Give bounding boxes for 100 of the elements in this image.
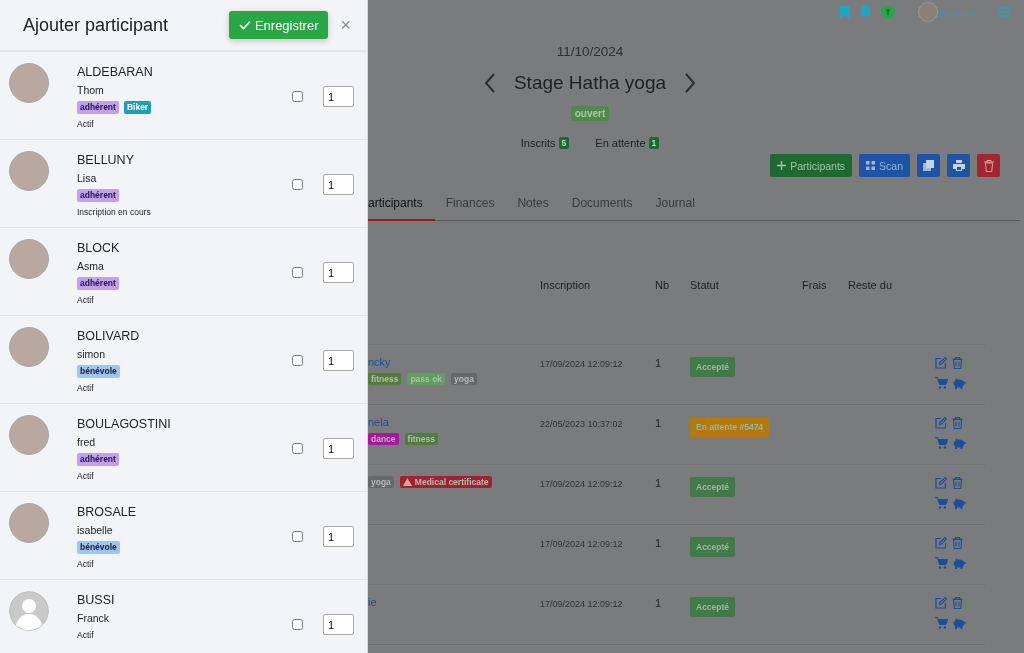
status-badge: Accepté — [690, 477, 736, 497]
cart-icon[interactable] — [935, 617, 948, 629]
select-checkbox[interactable] — [292, 619, 303, 630]
select-checkbox[interactable] — [292, 443, 303, 454]
member-tag: adhérent — [77, 277, 119, 290]
trash-icon[interactable] — [952, 477, 963, 489]
trash-icon — [983, 159, 994, 172]
member-status: Actif — [77, 471, 95, 482]
piggy-bank-icon[interactable] — [952, 437, 966, 449]
cart-icon[interactable] — [935, 497, 948, 509]
bell-icon[interactable] — [858, 5, 872, 19]
participant-tag: fitness — [404, 433, 438, 445]
member-tag: adhérent — [77, 189, 119, 202]
select-checkbox[interactable] — [292, 267, 303, 278]
member-tag: bénévole — [77, 365, 120, 378]
copy-icon — [923, 160, 934, 171]
first-name: Asma — [77, 260, 105, 273]
printer-icon — [952, 160, 965, 171]
first-name: simon — [77, 348, 106, 361]
add-participants-button[interactable]: Participants — [770, 154, 853, 177]
member-status: Actif — [77, 119, 95, 130]
copy-button[interactable] — [917, 154, 940, 177]
quantity-value: 1 — [655, 536, 663, 551]
tab[interactable]: articipants — [368, 190, 435, 221]
edit-icon[interactable] — [935, 357, 947, 369]
select-checkbox[interactable] — [292, 91, 303, 102]
edit-icon[interactable] — [935, 417, 947, 429]
select-checkbox[interactable] — [292, 179, 303, 190]
first-name: isabelle — [77, 524, 114, 537]
edit-icon[interactable] — [935, 537, 947, 549]
save-button[interactable]: Enregistrer — [228, 11, 329, 39]
participant-tag: yoga — [368, 476, 394, 488]
registration-date: 17/09/2024 12:09:12 — [540, 358, 624, 371]
participant-link[interactable]: ncky — [368, 356, 540, 368]
event-title: Stage Hatha yoga — [513, 72, 667, 94]
trash-icon[interactable] — [952, 417, 963, 429]
column-header: Inscription — [540, 279, 592, 293]
trash-icon[interactable] — [952, 537, 963, 549]
close-button[interactable]: × — [338, 14, 353, 36]
tab[interactable]: Finances — [445, 190, 507, 221]
quantity-value: 1 — [655, 356, 663, 371]
member-tag: adhérent — [77, 101, 119, 114]
participant-link[interactable]: ie — [368, 596, 540, 608]
quantity-field[interactable]: 1 — [323, 614, 354, 635]
member-tag: bénévole — [77, 541, 120, 554]
edit-icon[interactable] — [935, 597, 947, 609]
counter-label: En attente — [595, 137, 646, 149]
participant-tag: pass ok — [407, 373, 446, 385]
cart-icon[interactable] — [935, 557, 948, 569]
first-name: Franck — [77, 612, 111, 625]
trash-icon[interactable] — [952, 357, 963, 369]
registration-date: 17/09/2024 12:09:12 — [540, 538, 624, 551]
participant-link[interactable]: nela — [368, 416, 540, 428]
member-status: Actif — [77, 383, 95, 394]
first-name: Lisa — [77, 172, 98, 185]
select-checkbox[interactable] — [292, 355, 303, 366]
last-name: BOULAGOSTINI — [77, 417, 172, 432]
column-header: Statut — [690, 279, 720, 293]
count-badge: 1 — [648, 137, 660, 149]
piggy-bank-icon[interactable] — [952, 617, 966, 629]
quantity-field[interactable]: 1 — [323, 350, 354, 371]
delete-button[interactable] — [977, 154, 1000, 177]
quantity-value: 1 — [655, 596, 663, 611]
event-date: 11/10/2024 — [556, 44, 624, 59]
participant-tag: dance — [368, 433, 399, 445]
piggy-bank-icon[interactable] — [952, 377, 966, 389]
registration-date: 22/05/2023 10:37:02 — [540, 418, 624, 431]
edit-icon[interactable] — [935, 477, 947, 489]
quantity-field[interactable]: 1 — [323, 262, 354, 283]
quantity-field[interactable]: 1 — [323, 86, 354, 107]
quantity-field[interactable]: 1 — [323, 174, 354, 195]
warning-icon — [402, 478, 412, 486]
tab[interactable]: Journal — [655, 190, 707, 221]
last-name: BROSALE — [77, 505, 138, 520]
bookmark-icon[interactable] — [839, 5, 850, 19]
member-tag: adhérent — [77, 453, 119, 466]
user-avatar-photo-placeholder[interactable] — [917, 2, 938, 22]
tab[interactable]: Documents — [571, 190, 645, 221]
cart-icon[interactable] — [935, 377, 948, 389]
member-status: Inscription en cours — [77, 207, 152, 218]
registration-date: 17/09/2024 12:09:12 — [540, 598, 624, 611]
scan-button[interactable]: Scan — [859, 154, 910, 177]
quantity-field[interactable]: 1 — [323, 526, 354, 547]
participant-tag: yoga — [451, 373, 477, 385]
trash-icon[interactable] — [952, 597, 963, 609]
counter-label: Inscrits — [520, 137, 556, 149]
last-name: BLOCK — [77, 241, 121, 256]
piggy-bank-icon[interactable] — [952, 497, 966, 509]
last-name: BOLIVARD — [77, 329, 141, 344]
menu-icon[interactable] — [998, 7, 1010, 17]
status-dot-icon[interactable] — [880, 5, 895, 19]
select-checkbox[interactable] — [292, 531, 303, 542]
piggy-bank-icon[interactable] — [952, 557, 966, 569]
cart-icon[interactable] — [935, 437, 948, 449]
count-badge: 5 — [558, 137, 570, 149]
plus-icon — [777, 161, 787, 170]
quantity-field[interactable]: 1 — [323, 438, 354, 459]
tab[interactable]: Notes — [517, 190, 561, 221]
member-status: Actif — [77, 630, 95, 641]
print-button[interactable] — [947, 154, 970, 177]
